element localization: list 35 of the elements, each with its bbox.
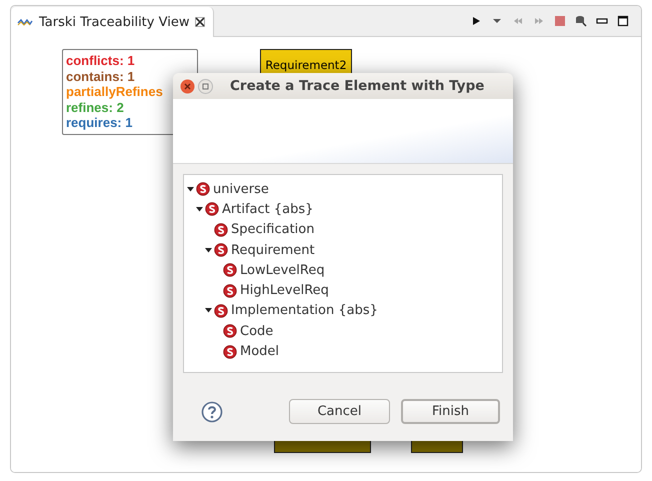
legend-label: contains: 1 xyxy=(66,68,135,84)
maximize-icon[interactable] xyxy=(617,15,629,27)
tree-item[interactable]: LowLevelReq xyxy=(240,262,325,278)
tree-item[interactable]: Code xyxy=(240,324,274,339)
type-icon xyxy=(223,284,237,298)
dialog-title: Create a Trace Element with Type xyxy=(230,78,484,94)
type-icon xyxy=(214,304,228,318)
play-icon[interactable] xyxy=(470,15,482,27)
close-icon[interactable] xyxy=(195,17,206,27)
tree-item[interactable]: Model xyxy=(240,344,280,360)
cancel-button[interactable]: Cancel xyxy=(289,399,390,424)
tree-item[interactable]: Implementation {abs} xyxy=(231,303,378,318)
legend-label: refines: 2 xyxy=(66,100,124,115)
tree-item[interactable]: Requirement xyxy=(231,242,315,258)
requirement-node: Requirement2 xyxy=(260,49,352,75)
close-icon[interactable] xyxy=(180,78,195,94)
type-icon xyxy=(214,222,228,237)
type-icon xyxy=(223,324,237,338)
wave-icon xyxy=(17,18,33,26)
type-icon xyxy=(214,243,228,258)
type-icon xyxy=(196,182,210,196)
legend-label: requires: 1 xyxy=(66,115,132,130)
type-icon xyxy=(223,263,237,278)
tree-item[interactable]: Specification xyxy=(231,222,314,238)
stop-icon[interactable] xyxy=(554,15,566,27)
legend-label: conflicts: 1 xyxy=(66,53,135,68)
type-icon xyxy=(205,202,219,216)
tree-item[interactable]: universe xyxy=(213,182,269,197)
finish-button[interactable]: Finish xyxy=(401,399,500,424)
type-icon xyxy=(223,344,237,359)
view-tab[interactable]: Tarski Traceability View xyxy=(11,7,214,37)
tree-item[interactable]: HighLevelReq xyxy=(240,283,329,298)
legend-label: partiallyRefines xyxy=(66,84,163,100)
tree-item[interactable]: Artifact {abs} xyxy=(222,202,314,217)
help-icon[interactable] xyxy=(201,400,223,422)
